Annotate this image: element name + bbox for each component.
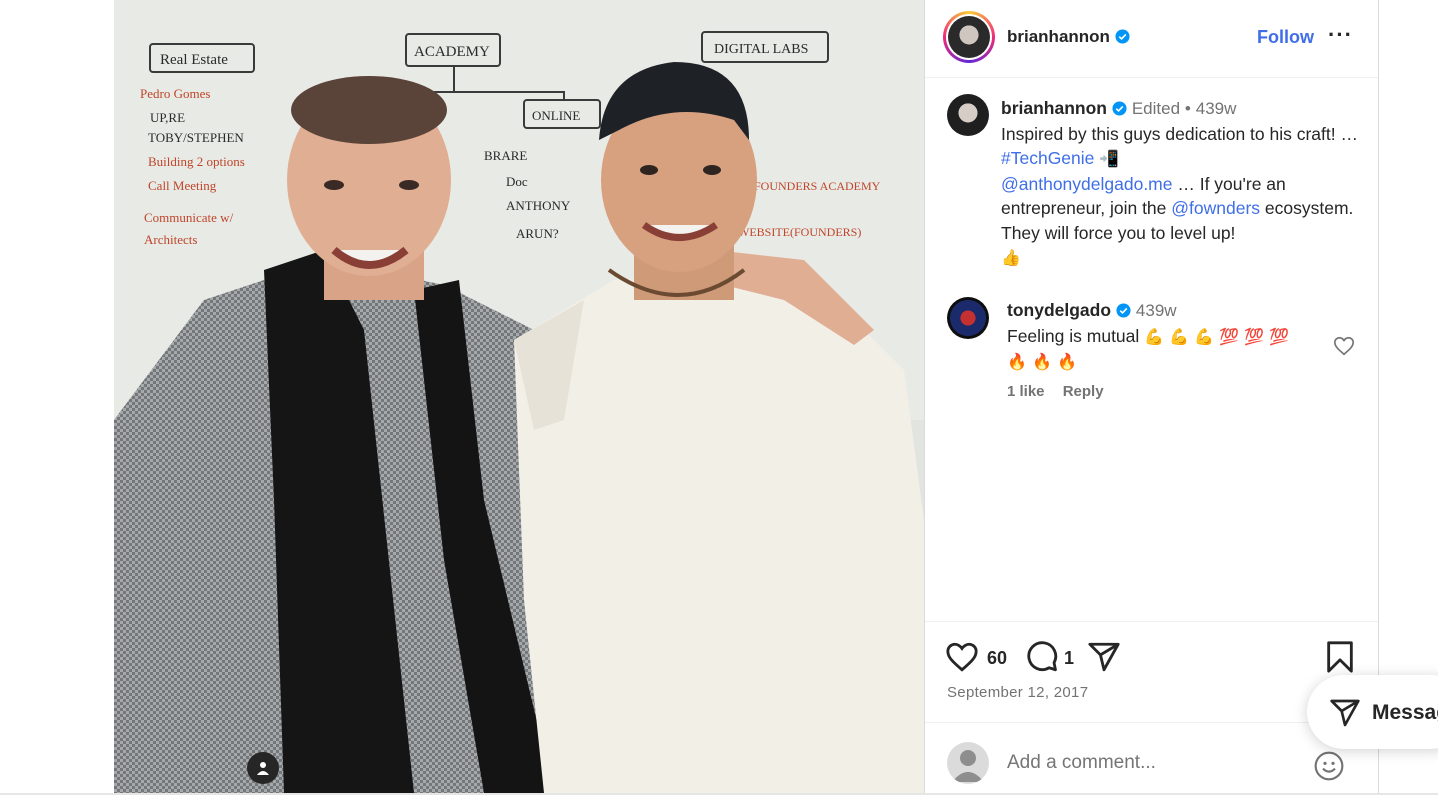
- divider: [925, 621, 1378, 622]
- emoji: 👍: [1001, 248, 1021, 267]
- current-user-avatar: [947, 742, 989, 784]
- emoji-picker-icon[interactable]: [1313, 750, 1345, 782]
- more-options-icon[interactable]: ···: [1328, 22, 1353, 48]
- emoji: 🔥 🔥 🔥: [1007, 352, 1077, 371]
- board-text: ONLINE: [532, 108, 580, 123]
- post-date[interactable]: September 12, 2017: [947, 684, 1088, 701]
- hashtag-link[interactable]: #TechGenie: [1001, 148, 1094, 168]
- board-text: BRARE: [484, 148, 527, 163]
- board-text: Pedro Gomes: [140, 86, 210, 101]
- like-count[interactable]: 60: [987, 648, 1007, 669]
- messages-label: Messag: [1372, 701, 1438, 724]
- author-username-text[interactable]: brianhannon: [1007, 27, 1110, 46]
- emoji: 💪 💪 💪 💯 💯 💯: [1144, 326, 1290, 346]
- person-icon: [257, 762, 269, 775]
- board-text: Architects: [144, 232, 197, 247]
- caption-text: Inspired by this guys dedication to his …: [1001, 123, 1358, 144]
- post-header: brianhannon Follow ···: [925, 0, 1378, 78]
- share-send-icon[interactable]: [1087, 640, 1121, 674]
- comment-age[interactable]: 439w: [1136, 301, 1177, 320]
- reply-button[interactable]: Reply: [1063, 383, 1104, 400]
- emoji: 📲: [1099, 149, 1120, 168]
- like-comment-heart-icon[interactable]: [1333, 335, 1355, 357]
- board-text: ARUN?: [516, 226, 559, 241]
- verified-badge-icon: [1115, 29, 1130, 44]
- caption-username[interactable]: brianhannon: [1001, 98, 1107, 118]
- tagged-people-button[interactable]: [247, 752, 279, 784]
- messages-button[interactable]: Messag: [1307, 675, 1438, 749]
- post-caption: brianhannon Edited • 439w Inspired by th…: [1001, 96, 1361, 271]
- board-text: Real Estate: [160, 52, 228, 68]
- caption-author-avatar[interactable]: [947, 94, 989, 136]
- board-text: UP,RE: [150, 110, 185, 125]
- mention-link[interactable]: @anthonydelgado.me: [1001, 174, 1173, 194]
- page: Real Estate ACADEMY DIGITAL LABS ONLINE …: [0, 0, 1438, 795]
- board-text: ACADEMY: [414, 44, 490, 60]
- photo-illustration: Real Estate ACADEMY DIGITAL LABS ONLINE …: [114, 0, 924, 793]
- verified-badge-icon: [1116, 303, 1131, 318]
- comment-username[interactable]: tonydelgado: [1007, 300, 1111, 320]
- board-text: Building 2 options: [148, 154, 245, 169]
- mention-link[interactable]: @fownders: [1171, 198, 1260, 218]
- board-text: DIGITAL LABS: [714, 42, 808, 57]
- verified-badge-icon: [1112, 101, 1127, 116]
- comment-actions: 1 like Reply: [1007, 383, 1118, 400]
- comment-likes[interactable]: 1 like: [1007, 383, 1045, 400]
- comment-count[interactable]: 1: [1064, 648, 1074, 669]
- post-details-panel: brianhannon Follow ··· brianhannon Edite…: [924, 0, 1379, 793]
- board-text: Communicate w/: [144, 210, 234, 225]
- comment-text: Feeling is mutual: [1007, 325, 1140, 346]
- board-text: Call Meeting: [148, 178, 217, 193]
- author-username[interactable]: brianhannon: [1007, 27, 1130, 47]
- author-avatar[interactable]: [943, 11, 995, 63]
- messages-send-icon: [1330, 699, 1360, 727]
- meta-dot: •: [1184, 99, 1191, 118]
- caption-age[interactable]: 439w: [1196, 99, 1237, 118]
- board-text: Doc: [506, 174, 528, 189]
- post-photo[interactable]: Real Estate ACADEMY DIGITAL LABS ONLINE …: [114, 0, 924, 793]
- board-text: ANTHONY: [506, 198, 571, 213]
- follow-button[interactable]: Follow: [1257, 27, 1314, 48]
- edited-label: Edited: [1131, 99, 1181, 118]
- add-comment-input[interactable]: [1007, 752, 1297, 774]
- comment-bubble-icon[interactable]: [1025, 640, 1059, 674]
- like-heart-icon[interactable]: [945, 640, 979, 674]
- commenter-avatar[interactable]: [947, 297, 989, 339]
- board-text: TOBY/STEPHEN: [148, 130, 244, 145]
- comment: tonydelgado 439w Feeling is mutual 💪 💪 💪…: [1007, 298, 1317, 375]
- board-text: FOUNDERS ACADEMY: [754, 179, 881, 193]
- board-text: WEBSITE(FOUNDERS): [738, 225, 861, 239]
- default-avatar-icon: [952, 750, 984, 782]
- save-bookmark-icon[interactable]: [1323, 640, 1357, 674]
